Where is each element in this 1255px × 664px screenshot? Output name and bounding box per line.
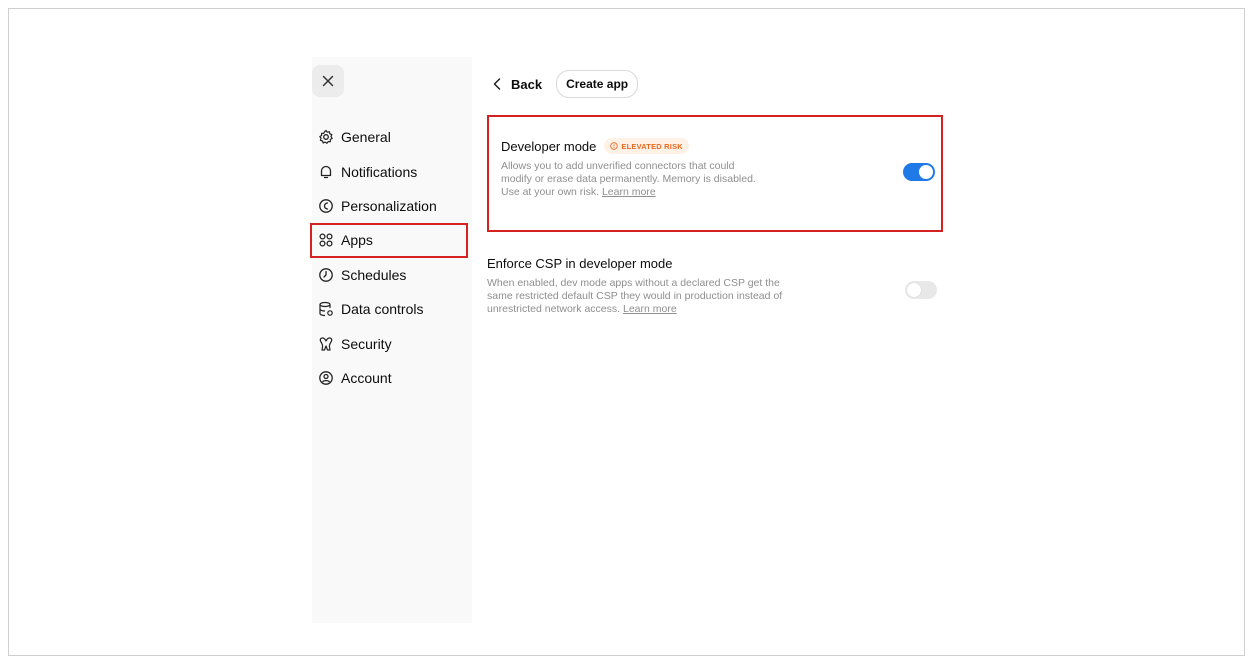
back-label: Back: [511, 76, 543, 92]
sidebar-item-personalization[interactable]: Personalization: [312, 189, 472, 223]
learn-more-link[interactable]: Learn more: [602, 186, 656, 198]
learn-more-link[interactable]: Learn more: [623, 303, 677, 315]
sidebar-item-label: General: [341, 129, 391, 146]
account-icon: [318, 370, 334, 386]
sidebar-item-label: Data controls: [341, 301, 424, 318]
toggle-knob: [907, 283, 921, 297]
create-app-button[interactable]: Create app: [556, 70, 639, 98]
chevron-left-icon: [493, 78, 501, 90]
sidebar-item-label: Apps: [341, 232, 373, 249]
sidebar-item-notifications[interactable]: Notifications: [312, 154, 472, 188]
enforce-csp-setting: Enforce CSP in developer mode When enabl…: [487, 256, 943, 336]
setting-title: Developer mode: [501, 138, 597, 154]
setting-description: Allows you to add unverified connectors …: [501, 160, 756, 198]
sidebar-item-label: Security: [341, 335, 392, 352]
sidebar-item-apps[interactable]: Apps: [310, 223, 468, 258]
toggle-knob: [919, 165, 933, 179]
sidebar-item-general[interactable]: General: [312, 120, 472, 154]
enforce-csp-toggle[interactable]: [905, 281, 937, 299]
apps-toolbar: Back Create app: [493, 70, 639, 98]
setting-description: When enabled, dev mode apps without a de…: [487, 277, 783, 315]
close-button[interactable]: [312, 65, 344, 97]
sidebar-item-schedules[interactable]: Schedules: [312, 258, 472, 292]
gear-icon: [318, 129, 334, 145]
settings-sidebar: General Notifications Personalization Ap…: [310, 57, 472, 623]
developer-mode-toggle[interactable]: [903, 163, 935, 181]
apps-grid-icon: [318, 232, 334, 248]
bell-icon: [318, 164, 334, 180]
elevated-risk-badge: ELEVATED RISK: [604, 138, 689, 154]
sidebar-item-label: Personalization: [341, 197, 437, 214]
sidebar-item-label: Schedules: [341, 266, 407, 283]
sidebar-item-label: Notifications: [341, 163, 418, 180]
badge-label: ELEVATED RISK: [621, 141, 683, 151]
warning-shield-icon: [610, 142, 619, 150]
security-icon: [318, 336, 334, 352]
sidebar-item-account[interactable]: Account: [312, 361, 472, 395]
database-icon: [318, 301, 334, 317]
developer-mode-setting: Developer mode ELEVATED RISK Allows you …: [487, 115, 943, 232]
personalization-icon: [318, 198, 334, 214]
settings-main-panel: Back Create app Developer mode ELEVATED …: [473, 57, 947, 623]
back-button[interactable]: Back: [493, 77, 542, 92]
sidebar-item-label: Account: [341, 369, 392, 386]
setting-title: Enforce CSP in developer mode: [487, 256, 673, 271]
settings-nav: General Notifications Personalization Ap…: [310, 120, 472, 395]
sidebar-item-security[interactable]: Security: [312, 326, 472, 360]
clock-icon: [318, 267, 334, 283]
sidebar-item-data-controls[interactable]: Data controls: [312, 292, 472, 326]
close-icon: [322, 75, 334, 87]
